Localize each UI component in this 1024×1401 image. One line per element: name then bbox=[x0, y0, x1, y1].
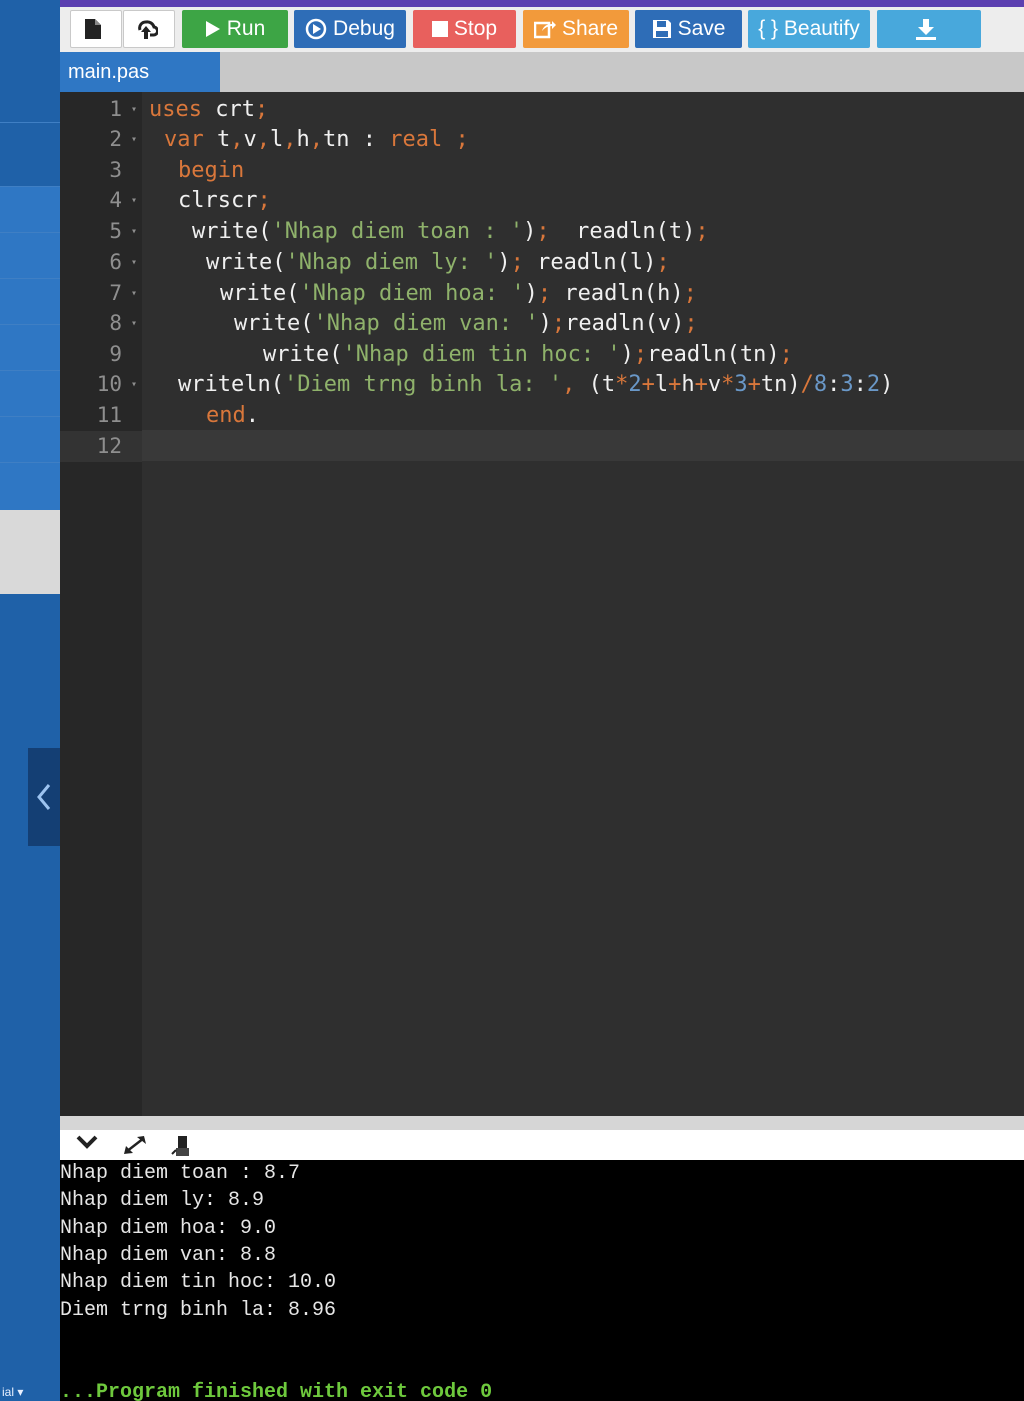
line-number: 3 bbox=[109, 158, 122, 182]
beautify-label: { } Beautify bbox=[758, 17, 860, 40]
stop-icon bbox=[431, 21, 448, 37]
sidebar-divider bbox=[0, 122, 60, 123]
stop-label: Stop bbox=[453, 17, 498, 40]
console-line: Nhap diem van: 8.8 bbox=[60, 1244, 277, 1267]
fold-arrow-icon: ▾ bbox=[130, 288, 137, 299]
line-number: 12 bbox=[60, 431, 142, 462]
console-resize-bar[interactable] bbox=[60, 1116, 1024, 1130]
console-line: Nhap diem toan : 8.7 bbox=[60, 1162, 301, 1185]
sidebar-divider bbox=[0, 232, 60, 233]
file-icon bbox=[85, 19, 101, 39]
line-number: 8 ▾ bbox=[60, 308, 142, 339]
code-line: clrscr; bbox=[178, 188, 271, 213]
fold-arrow-icon: ▾ bbox=[130, 134, 137, 145]
console-line: Nhap diem tin hoc: 10.0 bbox=[60, 1271, 337, 1294]
fold-arrow-icon: ▾ bbox=[130, 257, 137, 268]
code-editor[interactable]: 1 ▾ 2 ▾ 3 4 ▾ 5 ▾ 6 ▾ 7 ▾ 8 ▾ 9 10 ▾ 11 12 uses … bbox=[60, 92, 1024, 1116]
stop-button[interactable]: Stop bbox=[413, 10, 516, 48]
code-line: write('Nhap diem ly: '); readln(l); bbox=[206, 250, 670, 275]
collapse-console-button[interactable] bbox=[76, 1134, 98, 1155]
top-strip bbox=[0, 0, 1024, 7]
share-icon bbox=[533, 21, 556, 39]
console-line: Nhap diem ly: 8.9 bbox=[60, 1189, 265, 1212]
fold-arrow-icon: ▾ bbox=[130, 104, 137, 115]
floppy-icon bbox=[652, 20, 671, 38]
code-line: begin bbox=[178, 158, 245, 183]
run-button[interactable]: Run bbox=[182, 10, 288, 48]
program-finished-message: ...Program finished with exit code 0 bbox=[60, 1381, 493, 1401]
sidebar-bottom-label[interactable]: ial ▾ bbox=[0, 1384, 60, 1401]
fold-arrow-icon: ▾ bbox=[130, 318, 137, 329]
code-line: var t,v,l,h,tn : real ; bbox=[164, 127, 469, 152]
chevron-down-icon bbox=[76, 1135, 98, 1149]
active-line-highlight bbox=[60, 430, 1024, 461]
line-number: 1 ▾ bbox=[60, 94, 142, 125]
sidebar-divider bbox=[0, 278, 60, 279]
eraser-icon bbox=[171, 1136, 189, 1156]
upload-icon bbox=[138, 20, 158, 39]
chevron-left-icon bbox=[37, 784, 51, 810]
file-tab-bar: main.pas bbox=[60, 52, 1024, 92]
line-number: 5 ▾ bbox=[60, 216, 142, 247]
play-icon bbox=[205, 21, 220, 37]
sidebar-divider bbox=[0, 462, 60, 463]
code-line: write('Nhap diem van: ');readln(v); bbox=[234, 311, 698, 336]
debug-button[interactable]: Debug bbox=[294, 10, 406, 48]
code-line: write('Nhap diem hoa: '); readln(h); bbox=[220, 281, 697, 306]
sidebar-collapse-button[interactable] bbox=[28, 748, 60, 846]
line-number: 2 ▾ bbox=[60, 124, 142, 155]
code-line: write('Nhap diem tin hoc: ');readln(tn); bbox=[263, 342, 793, 367]
console-output[interactable]: Nhap diem toan : 8.7 Nhap diem ly: 8.9 N… bbox=[60, 1160, 1024, 1401]
sidebar-divider bbox=[0, 370, 60, 371]
download-button[interactable] bbox=[877, 10, 981, 48]
download-icon bbox=[916, 19, 936, 40]
sidebar-divider bbox=[0, 416, 60, 417]
console-line: Nhap diem hoa: 9.0 bbox=[60, 1217, 277, 1240]
line-number: 4 ▾ bbox=[60, 185, 142, 216]
share-button[interactable]: Share bbox=[523, 10, 629, 48]
sidebar-divider bbox=[0, 186, 60, 187]
expand-icon bbox=[124, 1136, 146, 1154]
line-number-gutter: 1 ▾ 2 ▾ 3 4 ▾ 5 ▾ 6 ▾ 7 ▾ 8 ▾ 9 10 ▾ 11 12 bbox=[60, 92, 142, 1116]
save-button[interactable]: Save bbox=[635, 10, 742, 48]
code-line: uses crt; bbox=[149, 97, 269, 122]
code-line: write('Nhap diem toan : '); readln(t); bbox=[192, 219, 709, 244]
debug-label: Debug bbox=[333, 17, 395, 40]
tab-main-pas[interactable]: main.pas bbox=[60, 52, 220, 92]
code-line: end. bbox=[206, 403, 259, 428]
beautify-button[interactable]: { } Beautify bbox=[748, 10, 870, 48]
sidebar-divider bbox=[0, 324, 60, 325]
fold-arrow-icon: ▾ bbox=[130, 195, 137, 206]
console-line: Diem trng binh la: 8.96 bbox=[60, 1299, 337, 1322]
sidebar-panel bbox=[0, 510, 60, 594]
upload-button[interactable] bbox=[123, 10, 175, 48]
toolbar: Run Debug Stop Share Save { } Beautify bbox=[60, 7, 1024, 52]
run-label: Run bbox=[226, 17, 266, 40]
expand-console-button[interactable] bbox=[122, 1134, 148, 1161]
line-number: 9 bbox=[109, 342, 122, 366]
line-number: 11 bbox=[96, 403, 122, 427]
line-number: 10 ▾ bbox=[60, 369, 142, 400]
fold-arrow-icon: ▾ bbox=[130, 226, 137, 237]
code-line: writeln('Diem trng binh la: ', (t*2+l+h+… bbox=[178, 372, 894, 397]
share-label: Share bbox=[561, 17, 619, 40]
line-number: 7 ▾ bbox=[60, 278, 142, 309]
new-file-button[interactable] bbox=[70, 10, 122, 48]
debug-icon bbox=[305, 18, 327, 40]
fold-arrow-icon: ▾ bbox=[130, 379, 137, 390]
sidebar: ial ▾ bbox=[0, 0, 60, 1401]
save-label: Save bbox=[677, 17, 726, 40]
line-number: 6 ▾ bbox=[60, 247, 142, 278]
clear-console-button[interactable] bbox=[170, 1134, 194, 1163]
console-header bbox=[60, 1130, 1024, 1160]
